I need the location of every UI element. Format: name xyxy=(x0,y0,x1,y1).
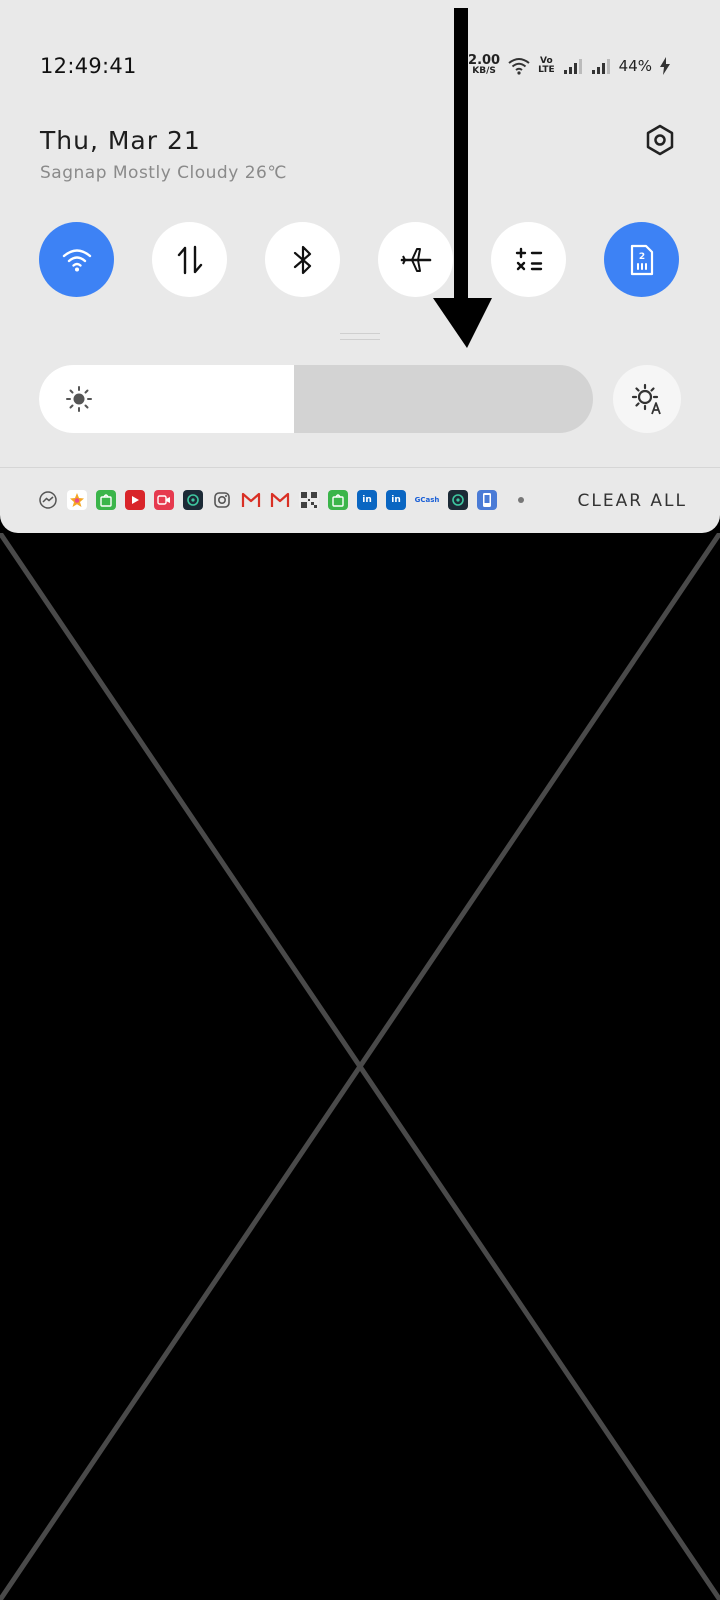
instagram-icon xyxy=(212,490,232,510)
ai-app-icon xyxy=(448,490,468,510)
quick-settings-panel: 12:49:41 2.00 KB/S Vo LTE 44% Thu, Mar 2… xyxy=(0,0,720,533)
gmail-icon xyxy=(241,490,261,510)
wifi-icon xyxy=(62,248,91,271)
shopping-icon xyxy=(96,490,116,510)
signal-sim2-icon xyxy=(591,59,610,74)
sim-card-icon: 2 xyxy=(630,244,653,275)
sim-slot-label: 2 xyxy=(638,252,644,262)
status-clock: 12:49:41 xyxy=(40,54,137,78)
gmail-icon xyxy=(270,490,290,510)
notification-icons-row[interactable]: in in GCash xyxy=(38,490,524,510)
auto-brightness-button[interactable] xyxy=(613,365,681,433)
date-label: Thu, Mar 21 xyxy=(40,126,201,155)
linkedin-icon: in xyxy=(357,490,377,510)
data-arrows-icon xyxy=(177,245,202,274)
weather-label: Sagnap Mostly Cloudy 26℃ xyxy=(40,163,287,183)
panel-drag-handle[interactable] xyxy=(340,333,380,340)
calculator-icon xyxy=(515,247,542,270)
youtube-icon xyxy=(125,490,145,510)
swipe-down-arrow xyxy=(433,8,492,348)
gcash-label: GCash xyxy=(414,496,440,504)
shopping-icon xyxy=(328,490,348,510)
swipe-arrow-shaft xyxy=(454,8,468,308)
swipe-arrow-head xyxy=(433,298,492,348)
linkedin-label: in xyxy=(362,495,372,505)
panel-divider xyxy=(0,467,720,468)
tile-mobile-data[interactable] xyxy=(152,222,227,297)
bluetooth-icon xyxy=(293,245,311,274)
messenger-icon xyxy=(38,490,58,510)
tile-wifi[interactable] xyxy=(39,222,114,297)
volte-bottom: LTE xyxy=(538,65,555,75)
linkedin-icon: in xyxy=(386,490,406,510)
phone-app-icon xyxy=(477,490,497,510)
placeholder-cross xyxy=(0,533,720,1600)
battery-percent: 44% xyxy=(618,57,652,75)
volte-icon: Vo LTE xyxy=(538,57,555,75)
ai-app-icon xyxy=(183,490,203,510)
brightness-sun-icon xyxy=(66,386,92,412)
settings-button[interactable] xyxy=(640,120,680,160)
video-app-icon xyxy=(154,490,174,510)
airplane-icon xyxy=(400,247,431,272)
gear-icon xyxy=(646,124,674,156)
tile-calculator[interactable] xyxy=(491,222,566,297)
tile-sim-card[interactable]: 2 xyxy=(604,222,679,297)
clear-all-button[interactable]: CLEAR ALL xyxy=(578,491,688,511)
auto-brightness-icon xyxy=(631,383,661,415)
signal-sim1-icon xyxy=(563,59,582,74)
tile-bluetooth[interactable] xyxy=(265,222,340,297)
gcash-icon: GCash xyxy=(414,490,440,510)
wifi-icon xyxy=(508,58,530,75)
brightness-slider[interactable] xyxy=(39,365,593,433)
qr-app-icon xyxy=(299,490,319,510)
more-notifications-dot xyxy=(518,497,524,503)
charging-icon xyxy=(660,57,670,75)
linkedin-label: in xyxy=(391,495,401,505)
photos-icon xyxy=(67,490,87,510)
